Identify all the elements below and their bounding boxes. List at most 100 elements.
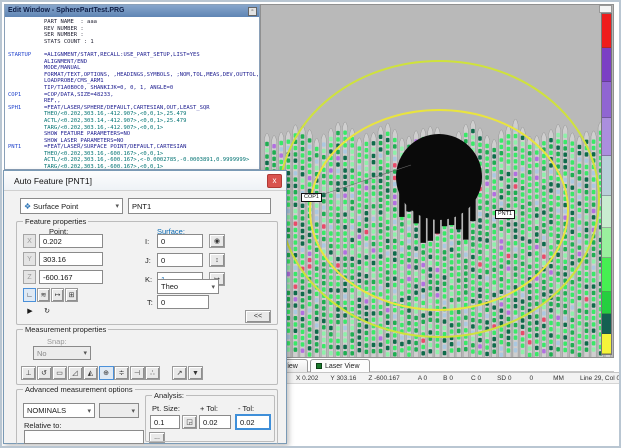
- colorbar-segment: [602, 14, 611, 48]
- surface-vector-input[interactable]: 0: [157, 234, 203, 248]
- colorbar-segment: [602, 118, 611, 156]
- code-line: ACTL/<0.202,303.14,-412.907>,<0,0,1>,25.…: [8, 118, 259, 125]
- analysis-group: Analysis: Pt. Size: + Tol: - Tol: 0.1 ◲ …: [145, 395, 275, 442]
- nominals-value: NOMINALS: [27, 406, 66, 415]
- pcdmis-application: Edit Window - SpherePartTest.PRG ▫ PART …: [0, 0, 621, 448]
- code-line: [8, 45, 259, 52]
- edit-window: Edit Window - SpherePartTest.PRG ▫ PART …: [4, 4, 260, 170]
- edit-window-titlebar[interactable]: Edit Window - SpherePartTest.PRG ▫: [5, 5, 259, 17]
- analysis-label: Analysis:: [152, 391, 186, 400]
- status-item: Z -600.167: [368, 375, 399, 382]
- code-line: REF,,: [8, 98, 259, 105]
- auto-move-icon[interactable]: ↺: [37, 366, 52, 380]
- chevron-down-icon: ▾: [131, 407, 135, 415]
- vector-label: K:: [145, 275, 152, 284]
- chevron-down-icon: ▾: [87, 407, 91, 415]
- snap-value: No: [37, 349, 47, 358]
- colorbar-segment: [602, 228, 611, 258]
- theo-select[interactable]: Theo ▾: [157, 279, 219, 294]
- vector-label: J:: [145, 256, 151, 265]
- re-measure-icon[interactable]: ↻: [40, 304, 54, 318]
- dialog-title: Auto Feature [PNT1]: [14, 176, 92, 186]
- relative-to-input[interactable]: [24, 430, 144, 444]
- point-target-icon[interactable]: ↦: [51, 288, 64, 302]
- status-item: MM: [553, 375, 564, 382]
- depth-icon[interactable]: ↕: [209, 253, 225, 267]
- surface-vector-input[interactable]: 0: [157, 253, 203, 267]
- path-preview-icon[interactable]: ↗: [172, 366, 187, 380]
- tab-laser-view[interactable]: Laser View: [310, 359, 370, 372]
- axis-z-button[interactable]: Z: [23, 270, 36, 284]
- code-line: THEO/<0.202,303.16,-412.907>,<0,0,1>,25.…: [8, 111, 259, 118]
- point-filter-icon[interactable]: ▼: [188, 366, 203, 380]
- snap-select[interactable]: No ▾: [33, 346, 91, 360]
- level-points-icon[interactable]: ≑: [114, 366, 129, 380]
- program-code-area[interactable]: PART NAME : aaaREV NUMBER :SER NUMBER :S…: [5, 17, 259, 169]
- chevron-down-icon: ▾: [211, 283, 215, 291]
- colorbar-header: [599, 5, 612, 13]
- clearance-plane-icon[interactable]: ▭: [52, 366, 67, 380]
- laser-view-icon: [316, 363, 322, 369]
- scan-scene: [261, 5, 614, 358]
- colorbar-segment: [602, 258, 611, 292]
- feature-type-value: Surface Point: [33, 202, 78, 211]
- probe-shot-icon[interactable]: ◉: [209, 234, 225, 248]
- colorbar-segment: [602, 82, 611, 118]
- pt-size-label: Pt. Size:: [152, 404, 180, 413]
- snap-label: Snap:: [47, 337, 67, 346]
- minus-tol-label: - Tol:: [238, 404, 254, 413]
- chevron-down-icon: ▾: [115, 202, 119, 210]
- dialog-titlebar[interactable]: Auto Feature [PNT1]: [4, 171, 286, 191]
- feature-type-select[interactable]: ❖ Surface Point ▾: [20, 198, 123, 214]
- vector-label: I:: [145, 237, 149, 246]
- axis-x-button[interactable]: X: [23, 234, 36, 248]
- nominals-mode-select[interactable]: ▾: [99, 403, 139, 418]
- execute-icon[interactable]: ▶: [23, 304, 37, 318]
- close-icon[interactable]: x: [267, 174, 282, 188]
- code-line: SHOW_LASER_PARAMETERS=NO: [8, 138, 259, 145]
- collapse-button[interactable]: <<: [245, 310, 271, 323]
- code-line: THEO/<0.202,303.16,-600.167>,<0,0,1>: [8, 151, 259, 158]
- feature-properties-label: Feature properties: [23, 217, 88, 226]
- analysis-view-icon[interactable]: ◲: [182, 415, 197, 429]
- code-line: TARG/<0.202,303.16,-600.167>,<0,0,1>: [8, 164, 259, 169]
- code-line: TARG/<0.202,303.16,-412.907>,<0,0,1>: [8, 125, 259, 132]
- axis-y-button[interactable]: Y: [23, 252, 36, 266]
- code-line: SER NUMBER :: [8, 32, 259, 39]
- nominals-select[interactable]: NOMINALS ▾: [23, 403, 95, 418]
- feature-name-input[interactable]: PNT1: [128, 198, 271, 214]
- point-z-input[interactable]: -600.167: [39, 270, 103, 284]
- cop-feature-label[interactable]: COP1: [301, 193, 322, 202]
- point-y-input[interactable]: 303.16: [39, 252, 103, 266]
- status-item: SD 0: [497, 375, 511, 382]
- target-crosshair-icon[interactable]: ⊕: [99, 366, 114, 380]
- status-item: Y 303.16: [330, 375, 356, 382]
- deviation-colorbar: [601, 13, 612, 355]
- axes-display-icon[interactable]: ∟: [23, 288, 36, 302]
- feature-properties-group: Feature properties Point: Surface: X0.20…: [16, 221, 278, 325]
- grid-display-icon[interactable]: ⊞: [65, 288, 78, 302]
- point-x-input[interactable]: 0.202: [39, 234, 103, 248]
- graphic-viewport[interactable]: COP1 PNT1: [260, 4, 614, 358]
- plus-tol-label: + Tol:: [200, 404, 218, 413]
- pnt-feature-label[interactable]: PNT1: [495, 210, 515, 219]
- edge-offset-icon[interactable]: ⊣: [130, 366, 145, 380]
- code-line: SPH1=FEAT/LASER/SPHERE/DEFAULT,CARTESIAN…: [8, 105, 259, 112]
- plus-tol-input[interactable]: 0.02: [199, 415, 231, 429]
- status-item: X 0.202: [296, 375, 318, 382]
- colorbar-segment: [602, 48, 611, 82]
- view-tabstrip: Live View Laser View: [260, 358, 614, 372]
- probe-depth-icon[interactable]: ⊥: [21, 366, 36, 380]
- corner-approach-icon[interactable]: ◿: [68, 366, 83, 380]
- code-line: TIP/T1A0B0C0, SHANKIJK=0, 0, 1, ANGLE=0: [8, 85, 259, 92]
- pt-size-input[interactable]: 0.1: [150, 415, 180, 429]
- status-item: 0: [530, 375, 534, 382]
- t-input[interactable]: 0: [157, 295, 209, 309]
- window-menu-button[interactable]: ▫: [248, 7, 257, 16]
- code-line: PNT1=FEAT/LASER/SURFACE POINT/DEFAULT,CA…: [8, 144, 259, 151]
- minus-tol-input[interactable]: 0.02: [235, 414, 271, 430]
- scan-pattern-icon[interactable]: ∴: [145, 366, 160, 380]
- code-line: MODE/MANUAL: [8, 65, 259, 72]
- slope-approach-icon[interactable]: ◭: [83, 366, 98, 380]
- surface-normal-icon[interactable]: ≋: [37, 288, 50, 302]
